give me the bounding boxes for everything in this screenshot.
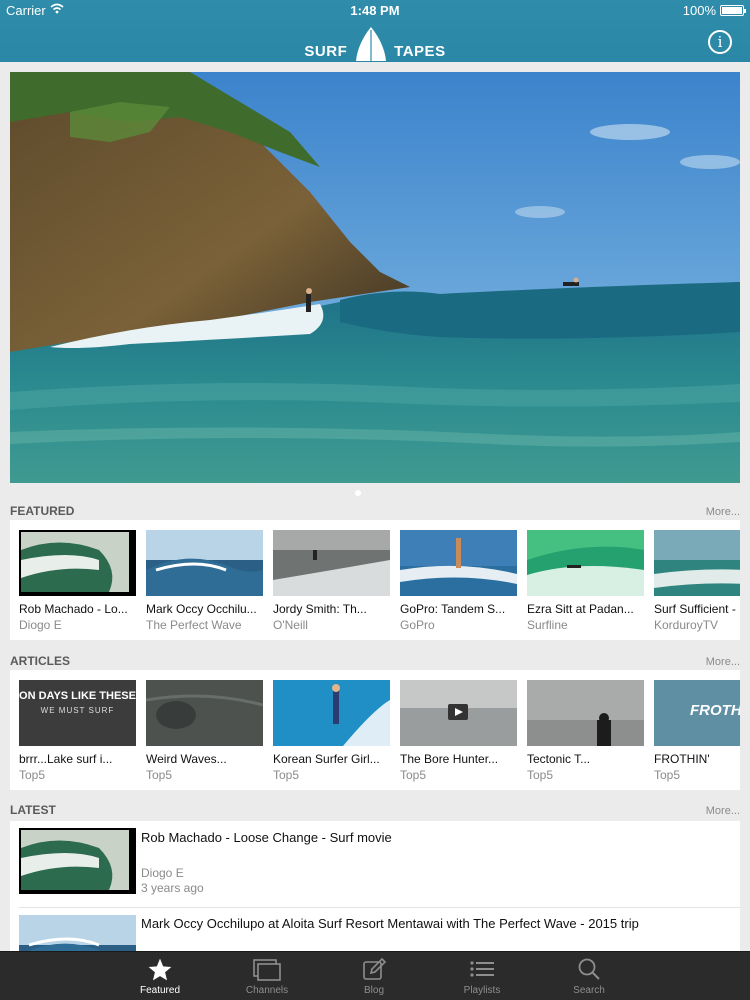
article-thumbnail	[273, 680, 390, 746]
tab-label: Search	[573, 985, 605, 996]
article-thumbnail: ON DAYS LIKE THESE WE MUST SURF	[19, 680, 136, 746]
clock: 1:48 PM	[350, 3, 400, 18]
card-title: GoPro: Tandem S...	[400, 602, 506, 616]
hero-banner[interactable]	[10, 72, 740, 483]
card-subtitle: Top5	[400, 768, 427, 782]
card-subtitle: GoPro	[400, 618, 435, 632]
tab-label: Featured	[139, 985, 181, 996]
card-subtitle: Top5	[654, 768, 681, 782]
latest-list: Rob Machado - Loose Change - Surf movie …	[10, 821, 740, 951]
card-title: Jordy Smith: Th...	[273, 602, 367, 616]
card-title: Surf Sufficient -	[654, 602, 736, 616]
search-icon	[578, 958, 600, 980]
playlists-icon	[470, 961, 494, 977]
article-card[interactable]: Weird Waves... Top5	[146, 680, 263, 782]
featured-card[interactable]: Rob Machado - Lo... Diogo E	[19, 530, 136, 632]
video-thumbnail	[19, 915, 136, 951]
tab-blog[interactable]: Blog	[334, 952, 414, 1000]
video-thumbnail	[146, 530, 263, 596]
logo-text-right: TAPES	[394, 43, 446, 60]
article-card[interactable]: The Bore Hunter... Top5	[400, 680, 517, 782]
card-title: Ezra Sitt at Padan...	[527, 602, 634, 616]
card-title: Rob Machado - Lo...	[19, 602, 128, 616]
list-item[interactable]: Rob Machado - Loose Change - Surf movie …	[10, 821, 740, 907]
tab-featured[interactable]: Featured	[120, 952, 200, 1000]
featured-card[interactable]: Ezra Sitt at Padan... Surfline	[527, 530, 644, 632]
battery-icon	[720, 5, 746, 16]
card-title: Tectonic T...	[527, 752, 591, 766]
list-item-title: Mark Occy Occhilupo at Aloita Surf Resor…	[141, 916, 639, 931]
articles-strip: ON DAYS LIKE THESE WE MUST SURF brrr...L…	[10, 670, 740, 790]
tab-label: Blog	[363, 985, 384, 996]
tab-channels[interactable]: Channels	[227, 952, 307, 1000]
card-subtitle: KorduroyTV	[654, 618, 719, 632]
article-thumbnail	[527, 680, 644, 746]
featured-heading: FEATURED	[10, 504, 75, 518]
video-thumbnail	[654, 530, 740, 596]
article-card[interactable]: FROTHIN FROTHIN' Top5	[654, 680, 740, 782]
latest-heading: LATEST	[10, 803, 56, 817]
tab-playlists[interactable]: Playlists	[442, 952, 522, 1000]
app-logo: SURF TAPES	[0, 22, 750, 62]
card-subtitle: Surfline	[527, 618, 568, 632]
video-thumbnail	[19, 530, 136, 596]
tab-label: Playlists	[463, 985, 501, 996]
thumbnail-caption: WE MUST SURF	[40, 706, 115, 715]
card-subtitle: Top5	[527, 768, 554, 782]
list-item[interactable]: Mark Occy Occhilupo at Aloita Surf Resor…	[10, 908, 740, 951]
article-thumbnail	[400, 680, 517, 746]
card-title: The Bore Hunter...	[400, 752, 499, 766]
thumbnail-caption: FROTHIN	[690, 702, 740, 719]
blog-icon	[363, 957, 387, 980]
featured-more-link[interactable]: More...	[706, 506, 740, 518]
card-title: brrr...Lake surf i...	[19, 752, 113, 766]
card-title: FROTHIN'	[654, 752, 710, 766]
latest-more-link[interactable]: More...	[706, 805, 740, 817]
card-subtitle: Diogo E	[19, 618, 62, 632]
status-bar: Carrier 1:48 PM 100%	[0, 0, 750, 22]
list-item-time: 3 years ago	[141, 881, 204, 895]
featured-card[interactable]: Surf Sufficient - KorduroyTV	[654, 530, 740, 632]
tab-bar: Featured Channels Blog Playlists Search	[0, 951, 750, 1000]
video-thumbnail	[19, 828, 136, 894]
video-thumbnail	[400, 530, 517, 596]
logo-text-left: SURF	[304, 43, 348, 60]
card-title: Mark Occy Occhilu...	[146, 602, 257, 616]
card-subtitle: O'Neill	[273, 618, 308, 632]
thumbnail-caption: ON DAYS LIKE THESE	[19, 690, 136, 702]
video-thumbnail	[527, 530, 644, 596]
card-title: Korean Surfer Girl...	[273, 752, 380, 766]
article-card[interactable]: Korean Surfer Girl... Top5	[273, 680, 390, 782]
hero-image	[10, 72, 740, 483]
tab-search[interactable]: Search	[549, 952, 629, 1000]
featured-card[interactable]: GoPro: Tandem S... GoPro	[400, 530, 517, 632]
card-subtitle: The Perfect Wave	[146, 618, 242, 632]
surfboard-icon	[354, 26, 388, 67]
card-title: Weird Waves...	[146, 752, 227, 766]
channels-icon	[253, 959, 281, 981]
articles-more-link[interactable]: More...	[706, 656, 740, 668]
star-icon	[148, 958, 172, 981]
featured-card[interactable]: Mark Occy Occhilu... The Perfect Wave	[146, 530, 263, 632]
list-item-author: Diogo E	[141, 866, 184, 880]
article-card[interactable]: ON DAYS LIKE THESE WE MUST SURF brrr...L…	[19, 680, 136, 782]
info-button[interactable]: i	[708, 30, 732, 54]
hero-page-indicator[interactable]	[355, 490, 361, 496]
nav-header: Carrier 1:48 PM 100% SURF TAPES i	[0, 0, 750, 62]
article-thumbnail: FROTHIN	[654, 680, 740, 746]
card-subtitle: Top5	[19, 768, 46, 782]
tab-label: Channels	[245, 985, 289, 996]
battery-percent: 100%	[682, 3, 716, 18]
featured-card[interactable]: Jordy Smith: Th... O'Neill	[273, 530, 390, 632]
card-subtitle: Top5	[273, 768, 300, 782]
articles-heading: ARTICLES	[10, 654, 70, 668]
article-thumbnail	[146, 680, 263, 746]
article-card[interactable]: Tectonic T... Top5	[527, 680, 644, 782]
featured-strip: Rob Machado - Lo... Diogo E Mark Occy Oc…	[10, 520, 740, 640]
video-thumbnail	[273, 530, 390, 596]
list-item-title: Rob Machado - Loose Change - Surf movie	[141, 830, 392, 845]
card-subtitle: Top5	[146, 768, 173, 782]
